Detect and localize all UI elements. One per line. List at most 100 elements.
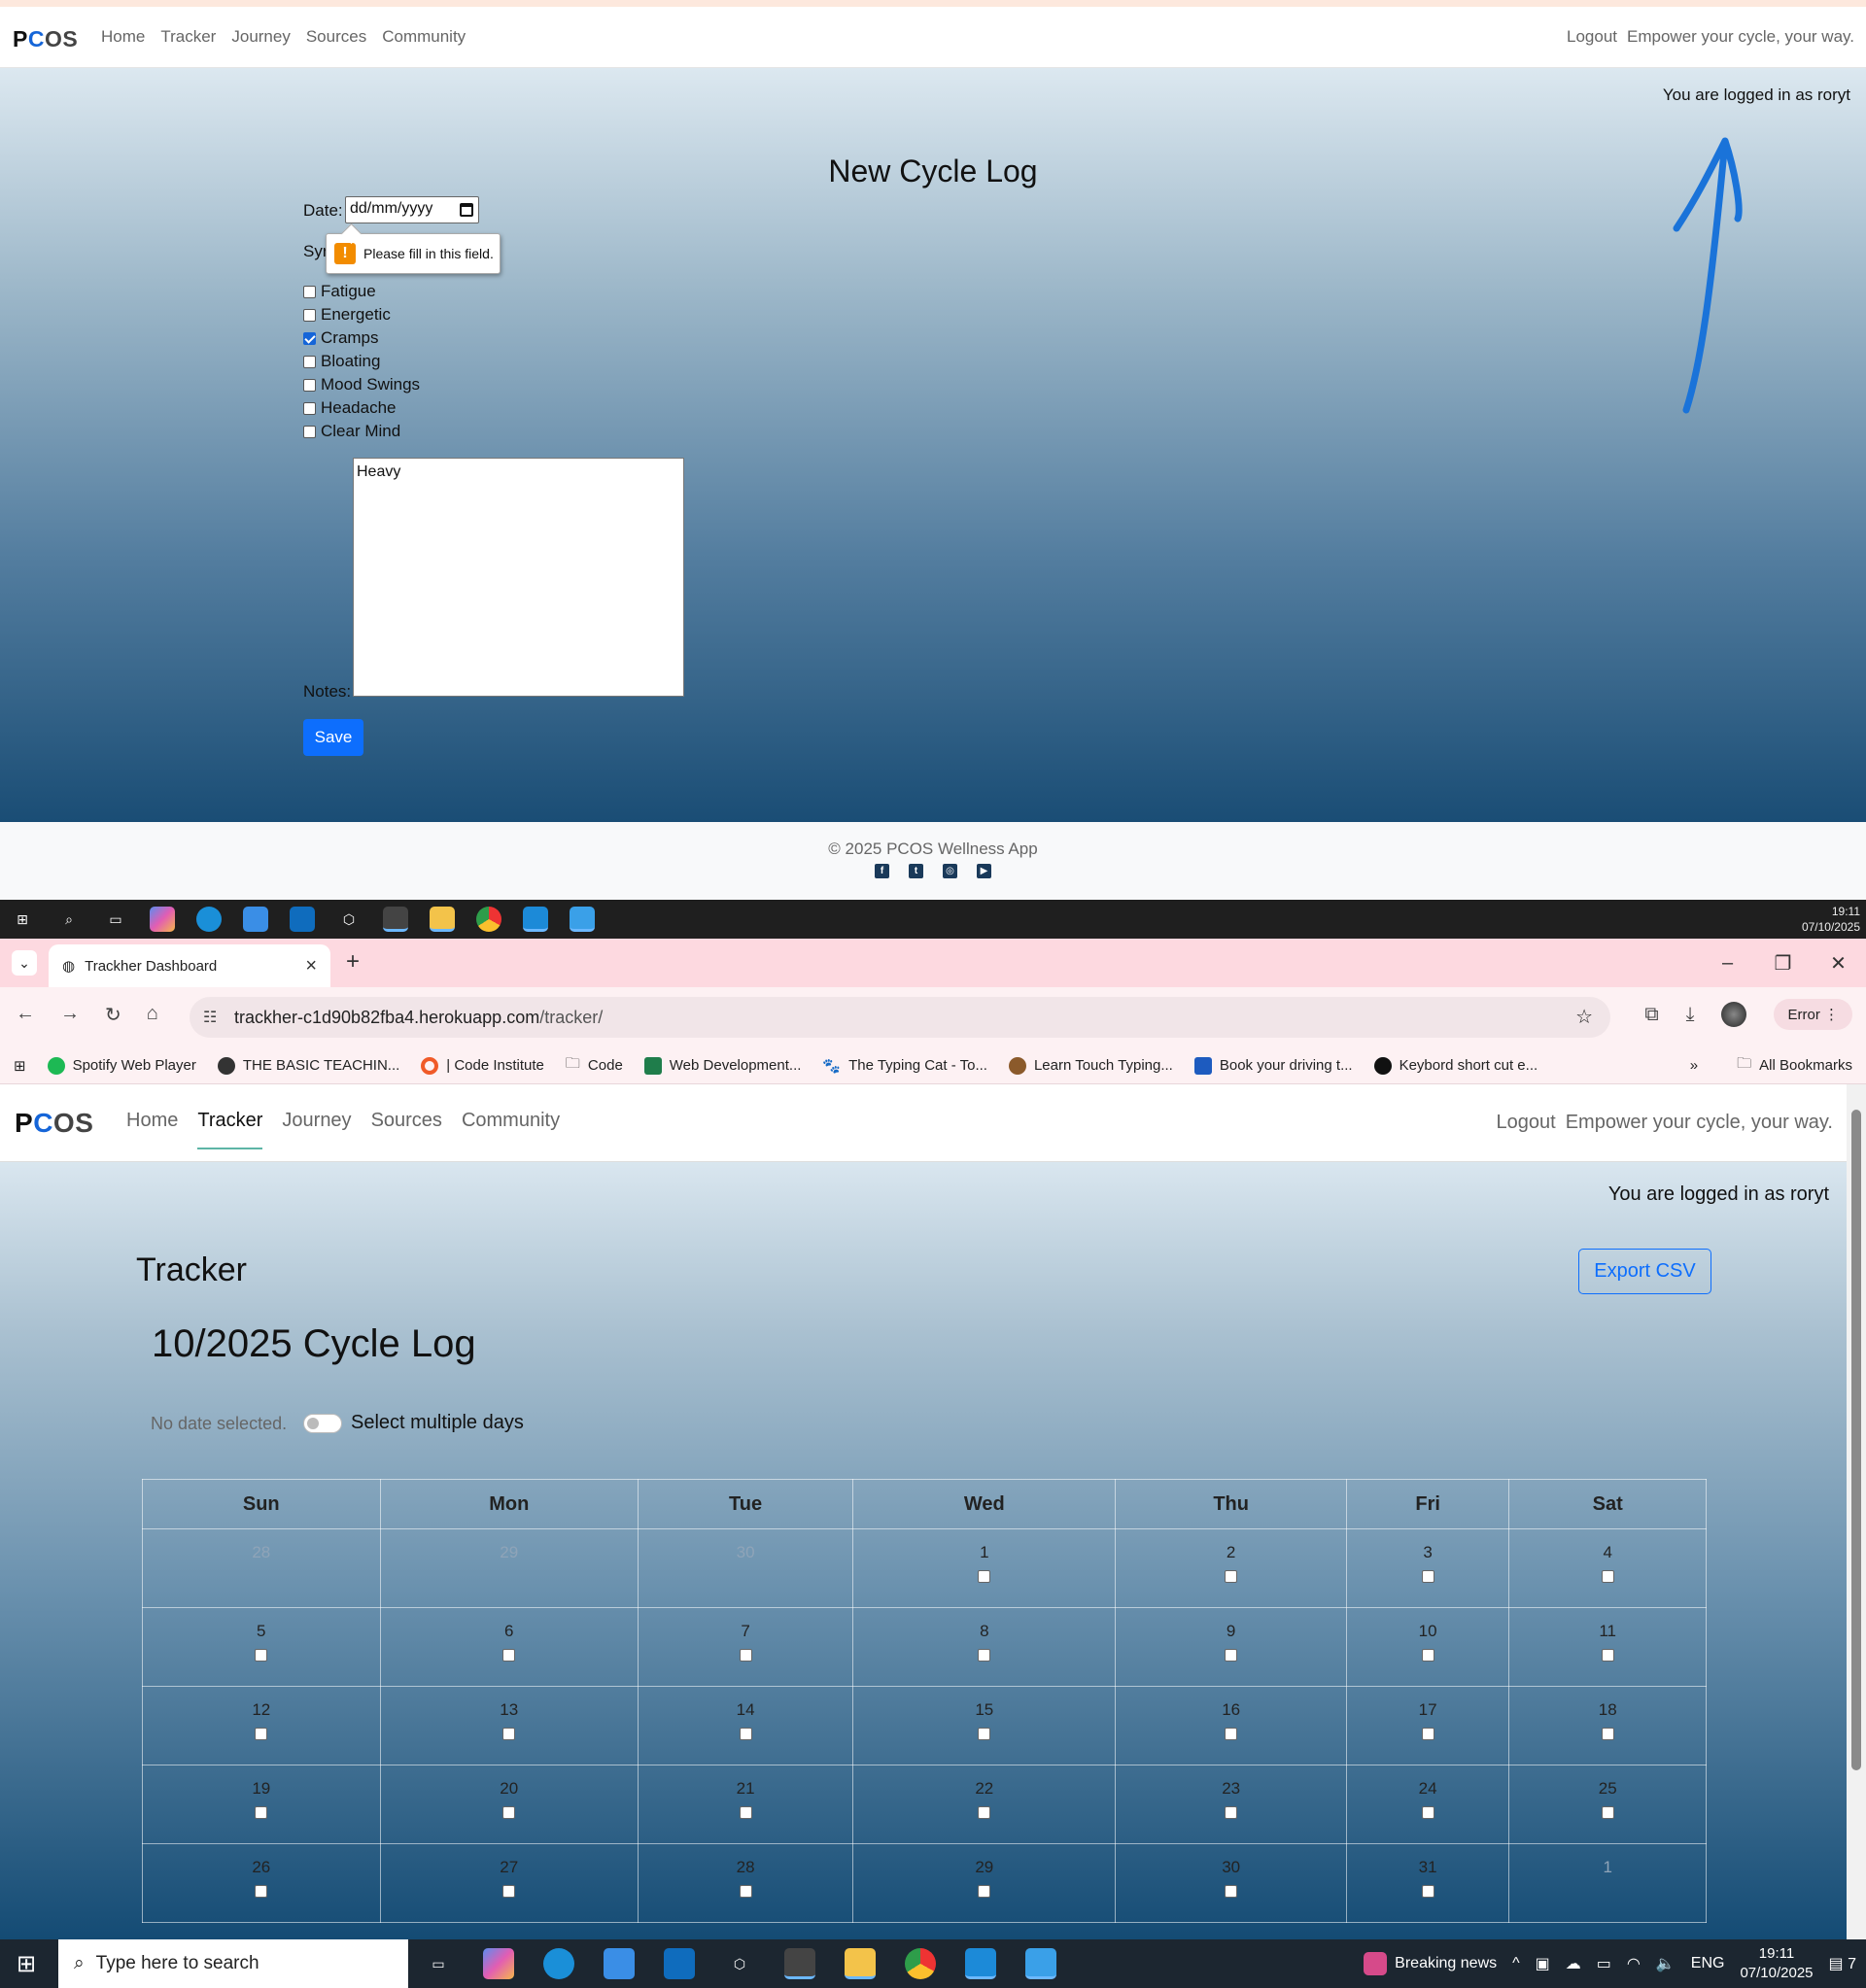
edge-icon[interactable] (196, 907, 222, 932)
day-checkbox[interactable] (1421, 1570, 1434, 1583)
calendar-day[interactable]: 6 (379, 1607, 639, 1687)
calendar-day[interactable]: 11 (1508, 1607, 1707, 1687)
profile-error-chip[interactable]: Error ⋮ (1774, 999, 1852, 1030)
profile-avatar[interactable] (1721, 1002, 1747, 1027)
day-checkbox[interactable] (978, 1885, 991, 1898)
day-checkbox[interactable] (1225, 1885, 1238, 1898)
chrome-profile-icon[interactable] (383, 907, 408, 932)
close-tab-icon[interactable]: × (305, 955, 317, 977)
bookmark-spotify[interactable]: Spotify Web Player (47, 1056, 196, 1075)
download-icon[interactable]: ⤓ (1686, 1004, 1695, 1026)
nav-tracker[interactable]: Tracker (160, 27, 216, 47)
day-checkbox[interactable] (1225, 1570, 1238, 1583)
calendar-day[interactable]: 2 (1115, 1528, 1347, 1608)
calendar-day[interactable]: 27 (379, 1843, 639, 1923)
day-checkbox[interactable] (978, 1806, 991, 1819)
checkbox[interactable] (303, 308, 316, 322)
system-clock[interactable]: 19:11 07/10/2025 (1740, 1944, 1813, 1983)
facebook-icon[interactable]: f (875, 864, 889, 878)
instagram-icon[interactable]: ◎ (943, 864, 957, 878)
calendar-day[interactable]: 28 (142, 1528, 381, 1608)
wifi-icon[interactable]: ◠ (1627, 1954, 1641, 1973)
calendar-day[interactable]: 9 (1115, 1607, 1347, 1687)
calendar-day[interactable]: 15 (852, 1686, 1117, 1765)
export-csv-button[interactable]: Export CSV (1578, 1249, 1711, 1294)
chrome-icon[interactable] (905, 1948, 936, 1979)
day-checkbox[interactable] (1225, 1649, 1238, 1662)
store-icon[interactable] (243, 907, 268, 932)
store-icon[interactable] (604, 1948, 635, 1979)
day-checkbox[interactable] (1601, 1570, 1614, 1583)
bookmark-basic-teaching[interactable]: THE BASIC TEACHIN... (217, 1056, 399, 1075)
calendar-day[interactable]: 25 (1508, 1765, 1707, 1844)
brand-logo[interactable]: PCOS (15, 1108, 93, 1139)
bookmark-web-development[interactable]: Web Development... (643, 1056, 801, 1075)
day-checkbox[interactable] (1601, 1728, 1614, 1740)
bookmark-code-folder[interactable]: 🗀 Code (566, 1053, 623, 1078)
task-view-icon[interactable]: ▭ (103, 907, 128, 932)
day-checkbox[interactable] (739, 1885, 752, 1898)
symptom-bloating[interactable]: Bloating (303, 350, 420, 373)
day-checkbox[interactable] (1601, 1649, 1614, 1662)
calendar-day[interactable]: 19 (142, 1765, 381, 1844)
calendar-day[interactable]: 28 (637, 1843, 854, 1923)
checkbox[interactable] (303, 401, 316, 415)
youtube-icon[interactable]: ▶ (977, 864, 991, 878)
calendar-day[interactable]: 16 (1115, 1686, 1347, 1765)
nav-tracker[interactable]: Tracker (197, 1110, 263, 1149)
nav-home[interactable]: Home (101, 27, 145, 47)
day-checkbox[interactable] (1421, 1806, 1434, 1819)
windows-start-icon[interactable]: ⊞ (10, 907, 35, 932)
tab-trackher-dashboard[interactable]: ◍ Trackher Dashboard × (49, 944, 330, 987)
calendar-day[interactable]: 30 (637, 1528, 854, 1608)
page-scrollbar[interactable] (1847, 1084, 1866, 1939)
calendar-day[interactable]: 10 (1345, 1607, 1510, 1687)
calendar-day[interactable]: 20 (379, 1765, 639, 1844)
copilot-icon[interactable] (483, 1948, 514, 1979)
day-checkbox[interactable] (739, 1806, 752, 1819)
all-bookmarks[interactable]: 🗀 All Bookmarks (1737, 1053, 1852, 1078)
day-checkbox[interactable] (255, 1885, 268, 1898)
day-checkbox[interactable] (739, 1649, 752, 1662)
notification-icon[interactable]: ▤ 7 (1829, 1954, 1856, 1973)
calendar-day[interactable]: 22 (852, 1765, 1117, 1844)
calendar-day[interactable]: 26 (142, 1843, 381, 1923)
minimize-icon[interactable]: – (1700, 939, 1755, 987)
bookmark-code-institute[interactable]: | Code Institute (421, 1056, 544, 1075)
brand-logo[interactable]: PCOS (13, 26, 78, 52)
cube-app-icon[interactable]: ⬡ (336, 907, 362, 932)
news-widget[interactable]: Breaking news (1364, 1952, 1497, 1975)
paint-icon[interactable] (570, 907, 595, 932)
logout-link[interactable]: Logout (1497, 1112, 1556, 1134)
checkbox-checked[interactable] (303, 331, 316, 345)
new-tab-icon[interactable]: + (346, 948, 360, 976)
battery-icon[interactable]: ▭ (1597, 1954, 1611, 1973)
chrome-profile-icon[interactable] (784, 1948, 815, 1979)
day-checkbox[interactable] (1421, 1649, 1434, 1662)
calendar-day[interactable]: 30 (1115, 1843, 1347, 1923)
bookmark-star-icon[interactable]: ☆ (1575, 1005, 1593, 1029)
close-window-icon[interactable]: ✕ (1811, 939, 1866, 987)
day-checkbox[interactable] (502, 1885, 516, 1898)
back-icon[interactable]: ← (16, 1003, 35, 1027)
calendar-day[interactable]: 3 (1345, 1528, 1510, 1608)
bookmark-keyboard-shortcut[interactable]: Keybord short cut e... (1373, 1056, 1538, 1075)
volume-icon[interactable]: 🔈 (1656, 1954, 1676, 1973)
calendar-day[interactable]: 21 (637, 1765, 854, 1844)
site-info-icon[interactable]: ☷ (203, 1008, 217, 1027)
forward-icon[interactable]: → (60, 1003, 80, 1027)
calendar-day[interactable]: 5 (142, 1607, 381, 1687)
symptom-mood-swings[interactable]: Mood Swings (303, 373, 420, 396)
system-clock[interactable]: 19:11 07/10/2025 (1802, 904, 1860, 935)
calendar-day[interactable]: 14 (637, 1686, 854, 1765)
outlook-icon[interactable] (664, 1948, 695, 1979)
day-checkbox[interactable] (739, 1728, 752, 1740)
chrome-icon[interactable] (476, 907, 501, 932)
more-bookmarks-icon[interactable]: » (1690, 1057, 1698, 1074)
camera-icon[interactable]: ▣ (1536, 1954, 1550, 1973)
paint-icon[interactable] (1025, 1948, 1056, 1979)
windows-start-icon[interactable]: ⊞ (14, 1951, 39, 1977)
day-checkbox[interactable] (1225, 1806, 1238, 1819)
file-explorer-icon[interactable] (430, 907, 455, 932)
address-bar[interactable]: ☷ trackher-c1d90b82fba4.herokuapp.com/tr… (190, 997, 1610, 1038)
